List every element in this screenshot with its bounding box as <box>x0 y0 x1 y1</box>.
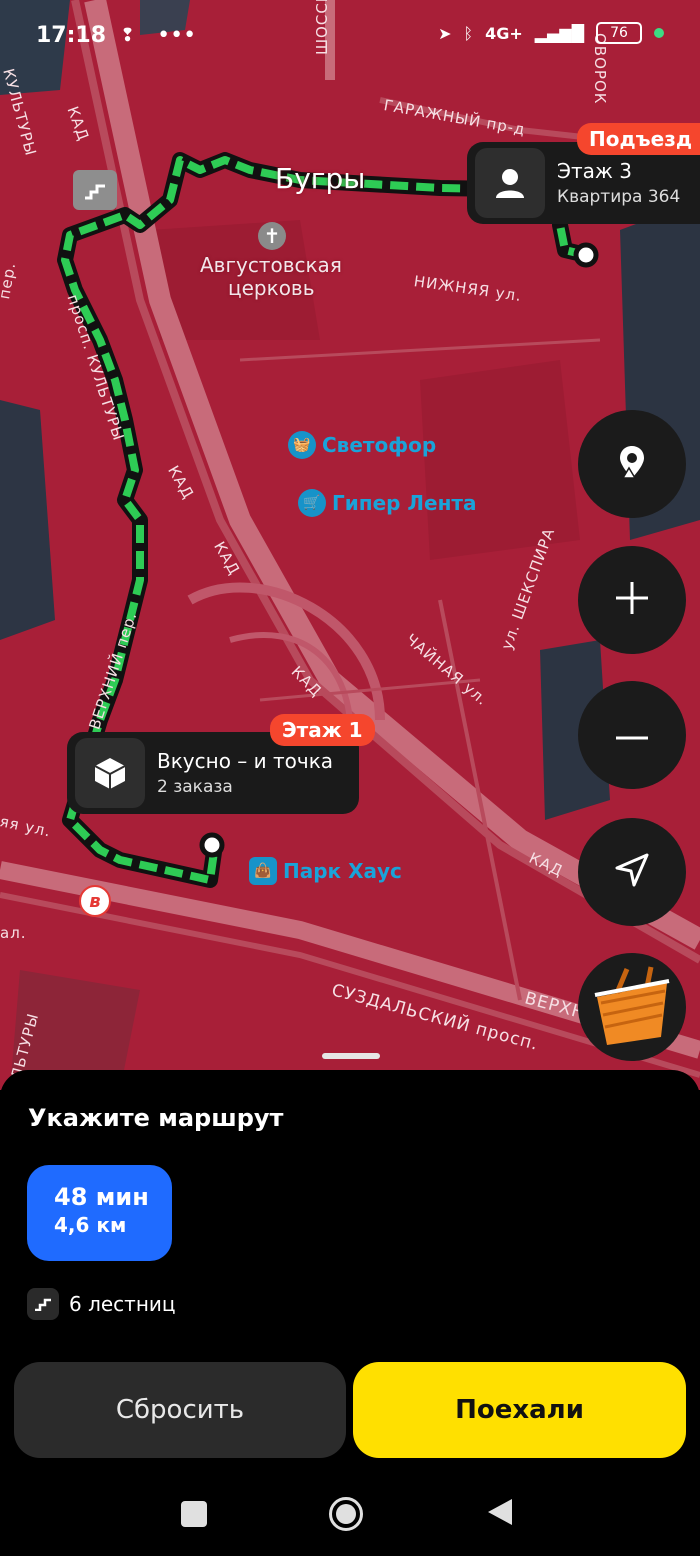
place-label-church: Августовская <box>200 253 342 277</box>
place-label-bugry: Бугры <box>275 162 366 195</box>
circle-icon <box>329 1497 363 1531</box>
cross-icon: ✝ <box>258 222 286 250</box>
stairs-marker-icon <box>73 170 117 210</box>
notification-icon: ❢ <box>120 24 136 46</box>
shopping-bag-icon: 👜 <box>249 857 277 885</box>
stairs-info: 6 лестниц <box>27 1288 176 1320</box>
square-icon <box>181 1501 207 1527</box>
basket-icon: 🧺 <box>288 431 316 459</box>
report-location-button[interactable] <box>578 410 686 518</box>
map[interactable]: Бугры Августовская церковь ✝ ГАРАЖНЫЙ пр… <box>0 0 700 1090</box>
reset-button[interactable]: Сбросить <box>14 1362 346 1458</box>
basket-button[interactable] <box>578 953 686 1061</box>
poi-giper-lenta[interactable]: 🛒 Гипер Лента <box>298 489 477 517</box>
zoom-in-button[interactable] <box>578 546 686 654</box>
route-option-card[interactable]: 48 мин 4,6 км <box>27 1165 172 1261</box>
basket-icon <box>587 963 677 1051</box>
stairs-icon <box>27 1288 59 1320</box>
sheet-title: Укажите маршрут <box>28 1104 284 1132</box>
signal-icon: ▂▄▆█ <box>534 23 584 43</box>
zoom-out-button[interactable] <box>578 681 686 789</box>
status-bar: 17:18 ❢ ••• ➤ ᛒ 4G+ ▂▄▆█ 76 <box>0 0 700 70</box>
route-time: 48 мин <box>54 1183 149 1211</box>
pickup-orders: 2 заказа <box>157 777 233 797</box>
box-icon <box>75 738 145 808</box>
floor-badge: Этаж 1 <box>270 714 375 746</box>
place-label-church-2: церковь <box>228 276 315 300</box>
status-time: 17:18 <box>36 22 107 48</box>
navigation-arrow-icon <box>614 852 650 892</box>
recent-apps-button[interactable] <box>176 1496 212 1532</box>
route-distance: 4,6 км <box>54 1213 127 1237</box>
privacy-dot <box>654 28 664 38</box>
status-more-dots: ••• <box>157 22 197 48</box>
go-button[interactable]: Поехали <box>353 1362 686 1458</box>
back-button[interactable] <box>482 1496 518 1532</box>
destination-apartment: Квартира 364 <box>557 187 681 207</box>
poi-park-haus[interactable]: 👜 Парк Хаус <box>249 857 402 885</box>
person-icon <box>475 148 545 218</box>
location-warning-icon <box>617 444 647 484</box>
status-right: ➤ ᛒ 4G+ ▂▄▆█ 76 <box>438 22 664 44</box>
network-type: 4G+ <box>485 23 523 43</box>
cart-icon: 🛒 <box>298 489 326 517</box>
destination-floor: Этаж 3 <box>557 159 632 183</box>
street-al: ал. <box>0 924 27 942</box>
system-nav-bar <box>0 1470 700 1556</box>
entrance-badge: Подъезд 5 <box>577 123 700 155</box>
pickup-name: Вкусно – и точка <box>157 749 334 773</box>
stairs-count: 6 лестниц <box>69 1292 176 1316</box>
bluetooth-icon: ᛒ <box>463 23 474 43</box>
locate-me-button[interactable] <box>578 818 686 926</box>
home-button[interactable] <box>328 1496 364 1532</box>
poi-svetofor[interactable]: 🧺 Светофор <box>288 431 436 459</box>
sheet-drag-handle[interactable] <box>322 1053 380 1059</box>
triangle-back-icon <box>486 1497 514 1531</box>
location-arrow-icon: ➤ <box>438 23 452 43</box>
battery-icon: 76 <box>596 22 642 44</box>
store-marker-icon: в <box>79 885 111 917</box>
minus-icon <box>614 726 650 745</box>
plus-icon <box>614 580 650 620</box>
